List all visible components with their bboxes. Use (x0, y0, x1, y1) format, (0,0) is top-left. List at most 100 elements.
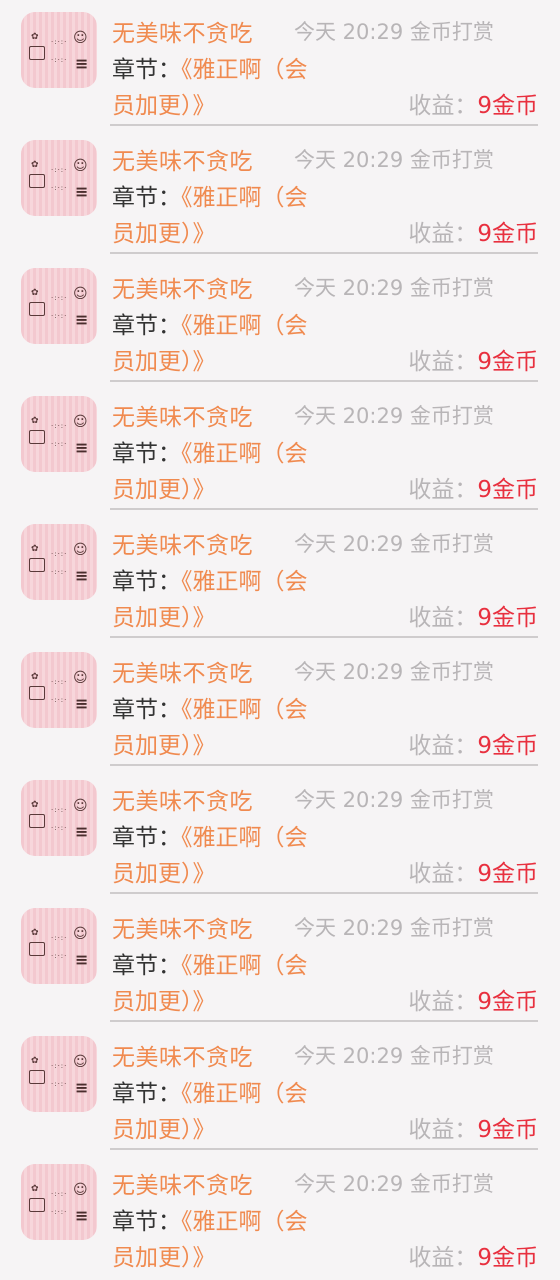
list-item[interactable]: ✿ ·:·:· ☺ ·:·:· ≡ 无美味不贪吃 今天 20:29 金币打赏 章节：《雅… (0, 128, 560, 256)
chapter-title: 《雅正啊（会 (181, 185, 308, 211)
chapter-title-cont: 员加更）》 (112, 93, 216, 119)
chapter-title: 《雅正啊（会 (181, 1081, 308, 1107)
chapter-label: 章节： (112, 697, 181, 723)
list-item[interactable]: ✿ ·:·:· ☺ ·:·:· ≡ 无美味不贪吃 今天 20:29 金币打赏 章节：《雅… (0, 256, 560, 384)
avatar[interactable]: ✿ ·:·:· ☺ ·:·:· ≡ (21, 652, 97, 728)
divider (110, 764, 538, 766)
earnings-value: 9金币 (477, 477, 538, 503)
chapter-label: 章节： (112, 1081, 181, 1107)
list-item[interactable]: ✿ ·:·:· ☺ ·:·:· ≡ 无美味不贪吃 今天 20:29 金币打赏 章节：《雅… (0, 1024, 560, 1152)
chapter-label: 章节： (112, 313, 181, 339)
earnings: 收益：9金币 (408, 598, 538, 632)
chapter-label: 章节： (112, 569, 181, 595)
username[interactable]: 无美味不贪吃 (112, 14, 253, 48)
reward-type: 金币打赏 (409, 788, 494, 812)
chapter-title-cont: 员加更）》 (112, 477, 216, 503)
earnings: 收益：9金币 (408, 86, 538, 120)
chapter-title: 《雅正啊（会 (181, 825, 308, 851)
earnings-value: 9金币 (477, 733, 538, 759)
list-item[interactable]: ✿ ·:·:· ☺ ·:·:· ≡ 无美味不贪吃 今天 20:29 金币打赏 章节：《雅… (0, 0, 560, 128)
avatar[interactable]: ✿ ·:·:· ☺ ·:·:· ≡ (21, 908, 97, 984)
earnings: 收益：9金币 (408, 982, 538, 1016)
earnings-label: 收益： (408, 477, 478, 503)
earnings-label: 收益： (408, 1245, 478, 1271)
divider (110, 636, 538, 638)
avatar[interactable]: ✿ ·:·:· ☺ ·:·:· ≡ (21, 140, 97, 216)
username[interactable]: 无美味不贪吃 (112, 142, 253, 176)
chapter-title: 《雅正啊（会 (181, 953, 308, 979)
earnings-label: 收益： (408, 733, 478, 759)
chapter-line: 章节：《雅正啊（会 (112, 1074, 308, 1108)
username[interactable]: 无美味不贪吃 (112, 398, 253, 432)
reward-type: 金币打赏 (409, 1044, 494, 1068)
reward-type: 金币打赏 (409, 1172, 494, 1196)
chapter-label: 章节： (112, 185, 181, 211)
earnings-value: 9金币 (477, 1245, 538, 1271)
reward-type: 金币打赏 (409, 660, 494, 684)
timestamp: 今天 20:29 金币打赏 (294, 276, 494, 300)
chapter-title: 《雅正啊（会 (181, 1209, 308, 1235)
divider (110, 124, 538, 126)
chapter-title-cont: 员加更）》 (112, 1117, 216, 1143)
chapter-title-cont: 员加更）》 (112, 989, 216, 1015)
chapter-line: 章节：《雅正啊（会 (112, 818, 308, 852)
timestamp: 今天 20:29 金币打赏 (294, 660, 494, 684)
earnings-value: 9金币 (477, 605, 538, 631)
chapter-title: 《雅正啊（会 (181, 441, 308, 467)
list-item[interactable]: ✿ ·:·:· ☺ ·:·:· ≡ 无美味不贪吃 今天 20:29 金币打赏 章节：《雅… (0, 768, 560, 896)
username[interactable]: 无美味不贪吃 (112, 270, 253, 304)
reward-type: 金币打赏 (409, 916, 494, 940)
chapter-line: 章节：《雅正啊（会 (112, 946, 308, 980)
chapter-line: 章节：《雅正啊（会 (112, 178, 308, 212)
earnings-value: 9金币 (477, 861, 538, 887)
reward-type: 金币打赏 (409, 276, 494, 300)
earnings: 收益：9金币 (408, 470, 538, 504)
timestamp: 今天 20:29 金币打赏 (294, 788, 494, 812)
timestamp: 今天 20:29 金币打赏 (294, 1044, 494, 1068)
earnings-label: 收益： (408, 93, 478, 119)
divider (110, 892, 538, 894)
avatar[interactable]: ✿ ·:·:· ☺ ·:·:· ≡ (21, 780, 97, 856)
earnings-label: 收益： (408, 349, 478, 375)
divider (110, 252, 538, 254)
username[interactable]: 无美味不贪吃 (112, 1166, 253, 1200)
divider (110, 1020, 538, 1022)
chapter-title-cont: 员加更）》 (112, 605, 216, 631)
username[interactable]: 无美味不贪吃 (112, 654, 253, 688)
chapter-title-cont: 员加更）》 (112, 1245, 216, 1271)
avatar[interactable]: ✿ ·:·:· ☺ ·:·:· ≡ (21, 396, 97, 472)
avatar[interactable]: ✿ ·:·:· ☺ ·:·:· ≡ (21, 12, 97, 88)
username[interactable]: 无美味不贪吃 (112, 1038, 253, 1072)
avatar[interactable]: ✿ ·:·:· ☺ ·:·:· ≡ (21, 1164, 97, 1240)
chapter-line: 章节：《雅正啊（会 (112, 306, 308, 340)
chapter-title: 《雅正啊（会 (181, 697, 308, 723)
chapter-title: 《雅正啊（会 (181, 313, 308, 339)
divider (110, 508, 538, 510)
list-item[interactable]: ✿ ·:·:· ☺ ·:·:· ≡ 无美味不贪吃 今天 20:29 金币打赏 章节：《雅… (0, 640, 560, 768)
list-item[interactable]: ✿ ·:·:· ☺ ·:·:· ≡ 无美味不贪吃 今天 20:29 金币打赏 章节：《雅… (0, 1152, 560, 1280)
list-item[interactable]: ✿ ·:·:· ☺ ·:·:· ≡ 无美味不贪吃 今天 20:29 金币打赏 章节：《雅… (0, 512, 560, 640)
chapter-title-cont: 员加更）》 (112, 861, 216, 887)
chapter-title-cont: 员加更）》 (112, 221, 216, 247)
earnings: 收益：9金币 (408, 1110, 538, 1144)
earnings-value: 9金币 (477, 1117, 538, 1143)
chapter-title: 《雅正啊（会 (181, 57, 308, 83)
earnings-label: 收益： (408, 605, 478, 631)
avatar[interactable]: ✿ ·:·:· ☺ ·:·:· ≡ (21, 268, 97, 344)
chapter-label: 章节： (112, 953, 181, 979)
divider (110, 380, 538, 382)
chapter-line: 章节：《雅正啊（会 (112, 1202, 308, 1236)
earnings-label: 收益： (408, 221, 478, 247)
avatar[interactable]: ✿ ·:·:· ☺ ·:·:· ≡ (21, 524, 97, 600)
avatar[interactable]: ✿ ·:·:· ☺ ·:·:· ≡ (21, 1036, 97, 1112)
list-item[interactable]: ✿ ·:·:· ☺ ·:·:· ≡ 无美味不贪吃 今天 20:29 金币打赏 章节：《雅… (0, 384, 560, 512)
username[interactable]: 无美味不贪吃 (112, 526, 253, 560)
username[interactable]: 无美味不贪吃 (112, 910, 253, 944)
reward-type: 金币打赏 (409, 404, 494, 428)
username[interactable]: 无美味不贪吃 (112, 782, 253, 816)
earnings: 收益：9金币 (408, 854, 538, 888)
chapter-line: 章节：《雅正啊（会 (112, 50, 308, 84)
earnings-label: 收益： (408, 861, 478, 887)
list-item[interactable]: ✿ ·:·:· ☺ ·:·:· ≡ 无美味不贪吃 今天 20:29 金币打赏 章节：《雅… (0, 896, 560, 1024)
timestamp: 今天 20:29 金币打赏 (294, 1172, 494, 1196)
